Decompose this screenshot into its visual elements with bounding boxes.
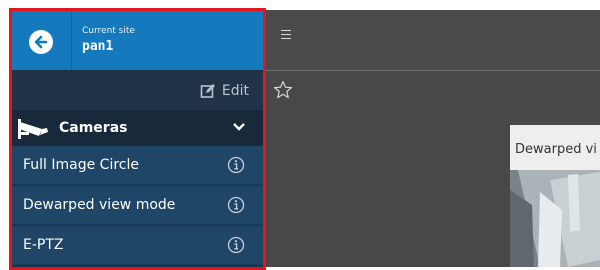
arrow-left-icon bbox=[34, 35, 48, 49]
info-icon[interactable] bbox=[227, 156, 245, 174]
item-label: E-PTZ bbox=[23, 237, 64, 253]
star-icon[interactable] bbox=[273, 80, 293, 100]
edit-button[interactable]: Edit bbox=[200, 82, 249, 100]
camera-feed-image bbox=[510, 170, 600, 267]
list-item-dewarped-view-mode[interactable]: Dewarped view mode bbox=[10, 186, 263, 225]
edit-icon bbox=[200, 84, 215, 98]
site-name: pan1 bbox=[82, 39, 114, 54]
item-label: Full Image Circle bbox=[23, 157, 139, 173]
cameras-section-header[interactable]: Cameras bbox=[10, 110, 263, 146]
back-button[interactable] bbox=[29, 30, 53, 54]
edit-row: Edit bbox=[10, 70, 263, 110]
info-icon[interactable] bbox=[227, 236, 245, 254]
top-bar bbox=[263, 10, 600, 70]
item-label: Dewarped view mode bbox=[23, 197, 176, 213]
chevron-down-icon bbox=[233, 123, 245, 131]
site-header: Current site pan1 bbox=[10, 10, 263, 70]
cameras-label: Cameras bbox=[59, 120, 128, 136]
list-item-e-ptz[interactable]: E-PTZ bbox=[10, 226, 263, 265]
camera-preview-image bbox=[510, 170, 600, 267]
site-caption: Current site bbox=[82, 26, 135, 36]
security-camera-icon bbox=[18, 119, 48, 139]
menu-icon[interactable] bbox=[281, 30, 291, 40]
info-icon[interactable] bbox=[227, 196, 245, 214]
edit-label: Edit bbox=[221, 83, 249, 99]
preview-title: Dewarped vi bbox=[515, 142, 597, 157]
preview-card[interactable]: Dewarped vi bbox=[510, 125, 600, 267]
list-item-full-image-circle[interactable]: Full Image Circle bbox=[10, 146, 263, 185]
sidebar: Current site pan1 Edit Cameras Full Imag… bbox=[10, 10, 263, 267]
header-divider bbox=[71, 10, 72, 70]
